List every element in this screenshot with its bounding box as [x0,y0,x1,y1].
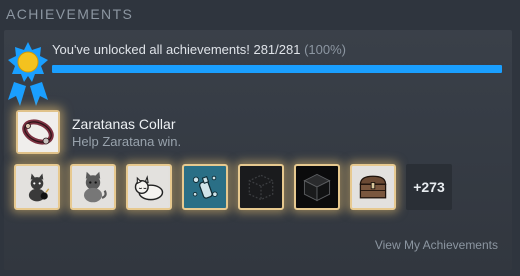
section-title: ACHIEVEMENTS [6,6,134,22]
cat-sleeping-icon [134,175,164,201]
outlined-cube-icon [248,174,274,201]
treasure-chest-icon [359,175,387,199]
progress-bar [52,65,502,73]
featured-achievement-icon[interactable] [16,110,60,154]
cat-sitting-icon [84,171,107,203]
solid-cube-icon [303,173,331,202]
achievement-tile[interactable] [238,164,284,210]
more-achievements-count[interactable]: +273 [406,164,452,210]
progress-fill [52,65,502,73]
achievements-panel: You've unlocked all achievements! 281/28… [4,30,512,270]
achievement-icons-row: +273 [14,164,452,210]
collar-icon [18,112,58,152]
achievement-tile[interactable] [294,164,340,210]
achievement-tile[interactable] [182,164,228,210]
featured-achievement-description: Help Zaratana win. [72,134,182,149]
unlocked-percent: (100%) [304,42,347,57]
achievement-tile[interactable] [14,164,60,210]
achievement-tile[interactable] [126,164,172,210]
achievement-tile[interactable] [350,164,396,210]
view-my-achievements-link[interactable]: View My Achievements [375,238,498,252]
achievement-tile[interactable] [70,164,116,210]
completion-medal-icon [8,42,48,106]
cat-with-bomb-icon [28,173,50,202]
unlocked-summary: You've unlocked all achievements! 281/28… [52,42,346,57]
unlocked-count-text: You've unlocked all achievements! 281/28… [52,42,301,57]
featured-achievement-title: Zaratanas Collar [72,116,176,132]
potion-bottle-icon [192,175,218,199]
